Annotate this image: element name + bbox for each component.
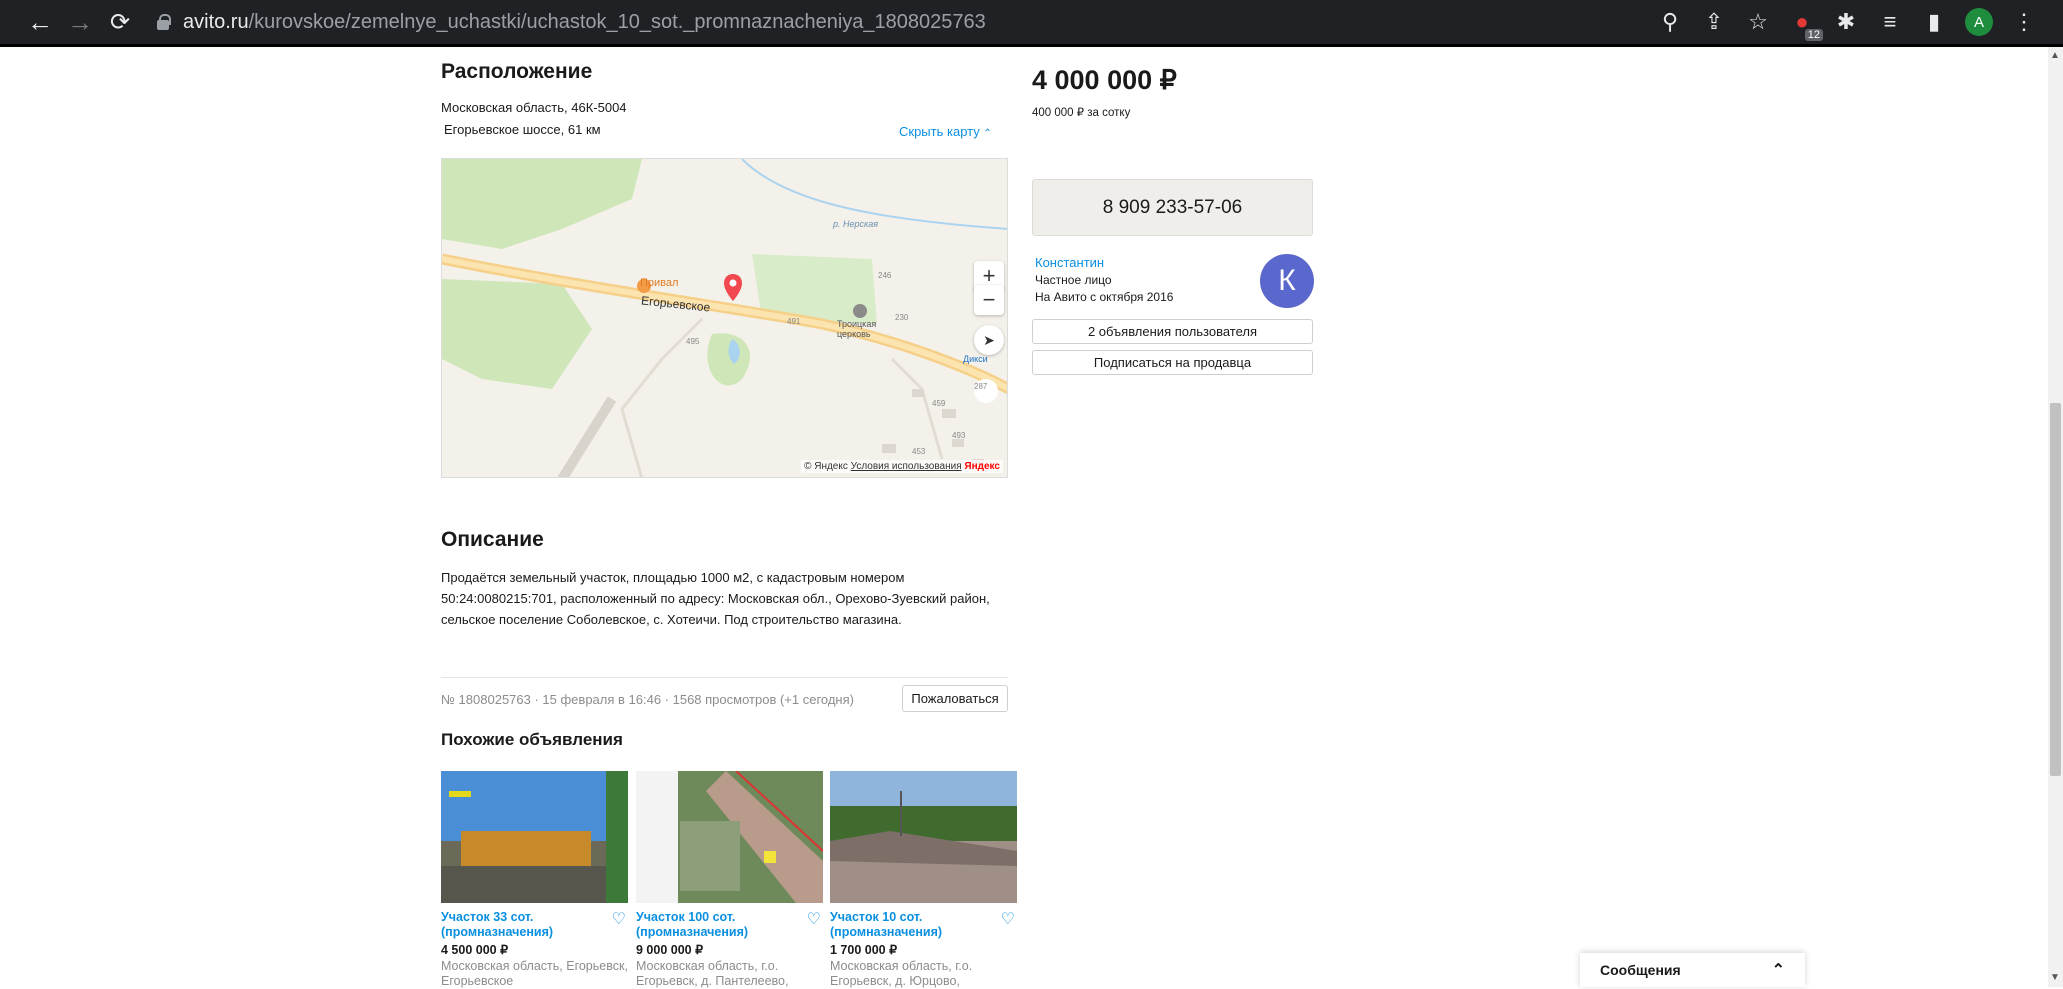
- map-house-number: 493: [952, 431, 966, 440]
- price: 4 000 000 ₽: [1032, 65, 1177, 95]
- similar-card[interactable]: Участок 100 сот. (промназначения) ♡ 9 00…: [636, 771, 823, 989]
- subscribe-button[interactable]: Подписаться на продавца: [1032, 350, 1313, 375]
- zoom-icon[interactable]: ⚲: [1657, 9, 1683, 35]
- map-copyright: © Яндекс Условия использования Яндекс: [801, 460, 1003, 473]
- seller-since: На Авито с октября 2016: [1035, 290, 1174, 304]
- scrollbar-thumb[interactable]: [2050, 403, 2061, 776]
- map-label-shop: Дикси: [963, 354, 988, 364]
- listing-photo[interactable]: [830, 771, 1017, 903]
- scroll-up-arrow-icon[interactable]: ▲: [2050, 50, 2060, 61]
- card-price: 1 700 000 ₽: [830, 943, 898, 957]
- location-heading: Расположение: [441, 60, 593, 83]
- similar-heading: Похожие объявления: [441, 730, 623, 749]
- media-icon[interactable]: ≡: [1877, 9, 1903, 35]
- forward-button[interactable]: →: [60, 0, 100, 44]
- description-text: Продаётся земельный участок, площадью 10…: [441, 570, 990, 627]
- geolocate-button[interactable]: ➤: [974, 325, 1004, 355]
- favorite-heart-icon[interactable]: ♡: [612, 909, 626, 929]
- church-icon: [853, 304, 867, 318]
- share-icon[interactable]: ⇪: [1701, 9, 1727, 35]
- url-path: /kurovskoe/zemelnye_uchastki/uchastok_10…: [248, 10, 986, 33]
- bookmark-star-icon[interactable]: ☆: [1745, 9, 1771, 35]
- phone-button[interactable]: 8 909 233-57-06: [1032, 179, 1313, 236]
- navigation-arrow-icon: ➤: [983, 331, 995, 348]
- card-address: Московская область, Егорьевск, Егорьевск…: [441, 959, 628, 988]
- price-per-unit: 400 000 ₽ за сотку: [1032, 107, 1131, 119]
- map-house-number: 491: [787, 317, 801, 326]
- card-title[interactable]: Участок 10 сот. (промназначения): [830, 910, 990, 940]
- map-label-river: р. Нерская: [833, 219, 879, 229]
- map[interactable]: р. Нерская Привал Егорьевское Троицкая ц…: [441, 158, 1008, 478]
- divider: [441, 677, 1008, 678]
- puzzle-icon[interactable]: ✱: [1833, 9, 1859, 35]
- map-terms-link[interactable]: Условия использования: [851, 461, 962, 472]
- user-ads-button[interactable]: 2 объявления пользователя: [1032, 319, 1313, 344]
- favorite-heart-icon[interactable]: ♡: [1001, 909, 1015, 929]
- similar-card[interactable]: Участок 33 сот. (промназначения) ♡ 4 500…: [441, 771, 628, 989]
- messages-widget[interactable]: Сообщения ⌃: [1580, 953, 1805, 987]
- map-house-number: 246: [878, 271, 892, 280]
- extension-icon[interactable]: ● 12: [1789, 9, 1823, 41]
- address-bar[interactable]: avito.ru/kurovskoe/zemelnye_uchastki/uch…: [155, 6, 1715, 38]
- address-line-1: Московская область, 46К-5004: [441, 100, 627, 115]
- seller-avatar[interactable]: К: [1260, 254, 1314, 308]
- card-price: 4 500 000 ₽: [441, 943, 509, 957]
- favorite-heart-icon[interactable]: ♡: [807, 909, 821, 929]
- menu-kebab-icon[interactable]: ⋮: [2011, 9, 2037, 35]
- seller-name-link[interactable]: Константин: [1035, 255, 1104, 270]
- chevron-up-icon[interactable]: ⌃: [1772, 960, 1785, 980]
- similar-card[interactable]: Участок 10 сот. (промназначения) ♡ 1 700…: [830, 771, 1017, 989]
- card-address: Московская область, г.о. Егорьевск, д. П…: [636, 959, 789, 988]
- card-title[interactable]: Участок 33 сот. (промназначения): [441, 910, 601, 940]
- map-copyright-text: © Яндекс: [804, 461, 848, 472]
- extension-badge: 12: [1804, 29, 1823, 41]
- scroll-down-arrow-icon[interactable]: ▼: [2050, 972, 2060, 983]
- card-address: Московская область, г.о. Егорьевск, д. Ю…: [830, 959, 973, 988]
- address-line-2: Егорьевское шоссе, 61 км: [444, 122, 601, 137]
- map-label-church: Троицкая церковь: [837, 319, 877, 339]
- lock-icon: [155, 12, 171, 32]
- map-house-number: 287: [974, 382, 988, 391]
- map-canvas: [442, 159, 1007, 477]
- back-button[interactable]: ←: [20, 0, 60, 44]
- card-price: 9 000 000 ₽: [636, 943, 704, 957]
- sidepanel-icon[interactable]: ▮: [1921, 9, 1947, 35]
- messages-label: Сообщения: [1600, 962, 1681, 978]
- complain-button[interactable]: Пожаловаться: [902, 685, 1008, 712]
- page-content: Расположение Московская область, 46К-500…: [0, 47, 2063, 989]
- seller-type: Частное лицо: [1035, 273, 1112, 287]
- zoom-out-button[interactable]: −: [974, 285, 1004, 315]
- map-label-poi: Привал: [640, 277, 679, 289]
- card-title[interactable]: Участок 100 сот. (промназначения): [636, 910, 796, 940]
- description-heading: Описание: [441, 528, 544, 551]
- map-house-number: 453: [912, 447, 926, 456]
- hide-map-link[interactable]: Скрыть карту ⌃: [899, 124, 992, 139]
- listing-meta: № 1808025763 · 15 февраля в 16:46 · 1568…: [441, 692, 854, 707]
- map-house-number: 459: [932, 399, 946, 408]
- listing-photo[interactable]: [636, 771, 823, 903]
- hide-map-label: Скрыть карту: [899, 124, 980, 139]
- yandex-logo: Яндекс: [964, 461, 1000, 472]
- map-house-number: 230: [895, 313, 909, 322]
- reload-button[interactable]: ⟳: [100, 0, 140, 44]
- map-house-number: 495: [686, 337, 700, 346]
- url-host: avito.ru: [183, 10, 249, 33]
- browser-toolbar: ← → ⟳ avito.ru/kurovskoe/zemelnye_uchast…: [0, 0, 2063, 44]
- profile-avatar[interactable]: A: [1965, 8, 1993, 36]
- listing-photo[interactable]: [441, 771, 628, 903]
- chevron-up-icon: ⌃: [983, 128, 992, 139]
